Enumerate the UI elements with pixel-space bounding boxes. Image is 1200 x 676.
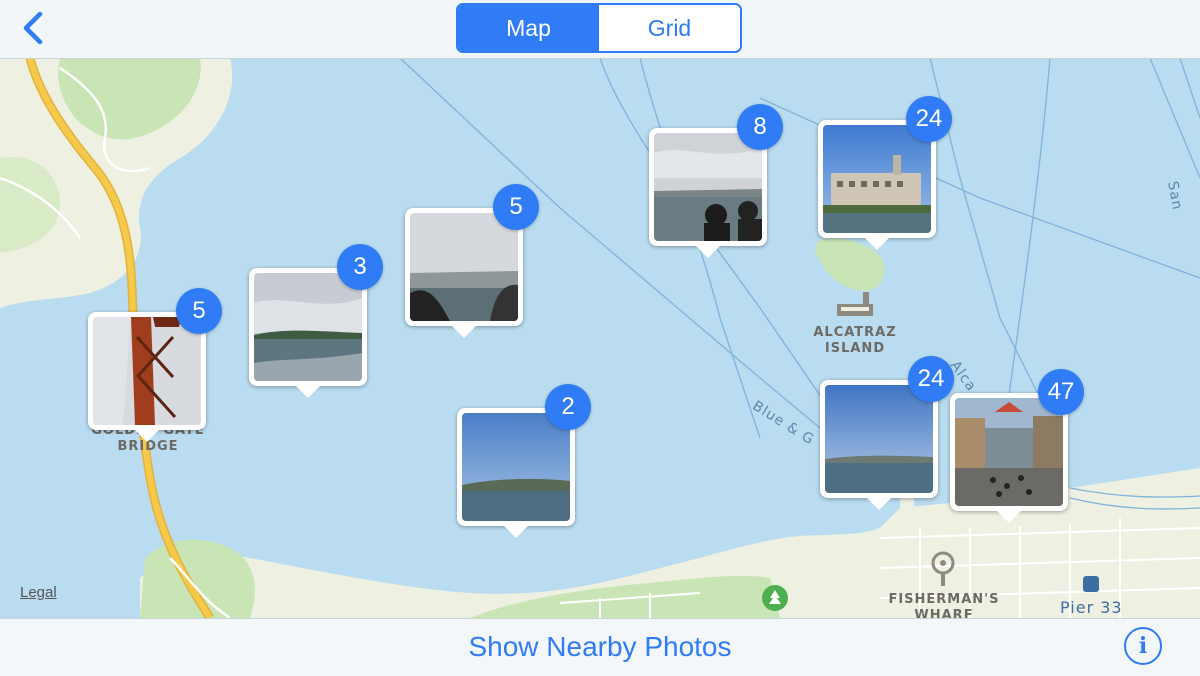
photo-map[interactable]: GOLDEN GATE BRIDGE ALCATRAZ ISLAND FISHE… (0, 58, 1200, 618)
photo-thumbnail (825, 385, 933, 493)
bottom-toolbar: Show Nearby Photos i (0, 618, 1200, 676)
photo-thumbnail (955, 398, 1063, 506)
legal-link[interactable]: Legal (20, 584, 57, 601)
photo-count-badge: 24 (906, 96, 952, 142)
alcatraz-island-label: ALCATRAZ ISLAND (800, 290, 910, 357)
back-button[interactable] (14, 6, 54, 50)
pier-33-label: Pier 33 (1060, 598, 1123, 617)
photo-cluster-pin[interactable]: 3 (249, 244, 383, 398)
show-nearby-photos-container: Show Nearby Photos (0, 631, 1200, 663)
info-icon[interactable]: i (1124, 627, 1162, 665)
photo-cluster-pin[interactable]: 5 (405, 184, 539, 338)
photo-count-badge: 5 (493, 184, 539, 230)
photo-count-badge: 5 (176, 288, 222, 334)
grid-segment-button[interactable]: Grid (599, 5, 740, 51)
photo-count-badge: 3 (337, 244, 383, 290)
chevron-left-icon (23, 11, 43, 45)
photo-cluster-pin[interactable]: 24 (818, 96, 952, 250)
photo-cluster-pin[interactable]: 8 (649, 104, 783, 258)
show-nearby-photos-button[interactable]: Show Nearby Photos (468, 631, 731, 662)
photo-count-badge: 47 (1038, 369, 1084, 415)
photo-count-badge: 24 (908, 356, 954, 402)
photo-thumbnail (462, 413, 570, 521)
photo-count-badge: 2 (545, 384, 591, 430)
photo-thumbnail (823, 125, 931, 233)
photo-cluster-pin[interactable]: 24 (820, 356, 954, 510)
photo-thumbnail (654, 133, 762, 241)
photo-cluster-pin[interactable]: 2 (457, 384, 591, 538)
top-navigation-bar: Map Grid (0, 0, 1200, 59)
photo-thumbnail (93, 317, 201, 425)
wharf-landmark-icon (928, 548, 958, 588)
photo-count-badge: 8 (737, 104, 783, 150)
photo-thumbnail (254, 273, 362, 381)
photo-thumbnail (410, 213, 518, 321)
landmark-icon (833, 290, 877, 323)
view-mode-segmented-control: Map Grid (456, 3, 742, 53)
ferry-terminal-icon (1083, 576, 1099, 592)
map-segment-button[interactable]: Map (458, 5, 599, 51)
park-icon (762, 585, 788, 611)
fishermans-wharf-label: FISHERMAN'S WHARF (888, 592, 1000, 618)
photo-cluster-pin[interactable]: 47 (950, 369, 1084, 523)
info-glyph: i (1138, 633, 1148, 659)
photo-cluster-pin[interactable]: 5 (88, 288, 222, 442)
